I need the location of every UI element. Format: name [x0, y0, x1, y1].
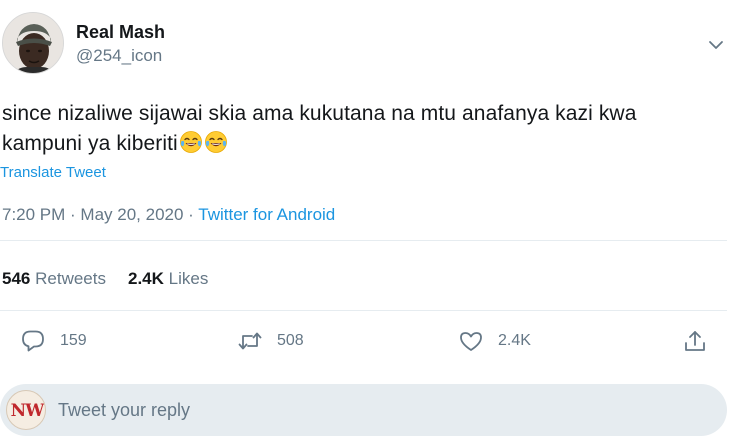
retweet-count: 508	[277, 332, 304, 349]
translate-tweet-link[interactable]: Translate Tweet	[0, 164, 106, 181]
tweet-stats: 546 Retweets 2.4K Likes	[2, 269, 208, 289]
retweets-count: 546	[2, 269, 31, 288]
like-count: 2.4K	[498, 332, 531, 349]
reply-icon	[22, 330, 44, 352]
likes-label: Likes	[168, 269, 209, 288]
likes-count: 2.4K	[127, 269, 164, 288]
meta-separator: ·	[183, 205, 199, 224]
retweets-stat[interactable]: 546 Retweets	[2, 269, 106, 288]
share-icon	[685, 331, 705, 351]
tweet-text-line1: since nizaliwe sijawai skia ama kukutana…	[2, 102, 637, 125]
divider	[0, 240, 727, 241]
reply-button[interactable]: 159	[20, 326, 87, 356]
divider	[0, 310, 727, 311]
retweet-icon	[238, 332, 262, 350]
author-handle[interactable]: @254_icon	[76, 46, 162, 66]
retweets-label: Retweets	[35, 269, 106, 288]
reply-input[interactable]	[58, 396, 698, 424]
tweet-meta: 7:20 PM · May 20, 2020 · Twitter for And…	[2, 205, 335, 225]
user-avatar[interactable]: NW	[6, 390, 46, 430]
meta-separator: ·	[65, 205, 81, 224]
reply-composer[interactable]: NW	[0, 384, 727, 436]
tweet-text-line2: kampuni ya kiberiti	[2, 132, 178, 155]
user-avatar-logo: NW	[10, 401, 45, 421]
retweet-button[interactable]: 508	[237, 326, 304, 356]
tweet-date[interactable]: May 20, 2020	[80, 205, 183, 224]
tweet-text: since nizaliwe sijawai skia ama kukutana…	[2, 99, 727, 159]
tears-of-joy-emoji-icon	[204, 131, 227, 153]
tweet-header: Real Mash @254_icon	[0, 10, 731, 80]
chevron-down-icon[interactable]	[707, 38, 725, 52]
like-button[interactable]: 2.4K	[458, 326, 531, 356]
tweet-source-link[interactable]: Twitter for Android	[198, 205, 335, 224]
share-button[interactable]	[682, 326, 708, 356]
tweet-time[interactable]: 7:20 PM	[2, 205, 65, 224]
likes-stat[interactable]: 2.4K Likes	[128, 269, 208, 288]
author-name[interactable]: Real Mash	[76, 22, 165, 43]
tears-of-joy-emoji-icon	[179, 131, 202, 153]
reply-count: 159	[60, 332, 87, 349]
author-avatar[interactable]	[2, 12, 64, 74]
heart-icon	[460, 332, 482, 351]
